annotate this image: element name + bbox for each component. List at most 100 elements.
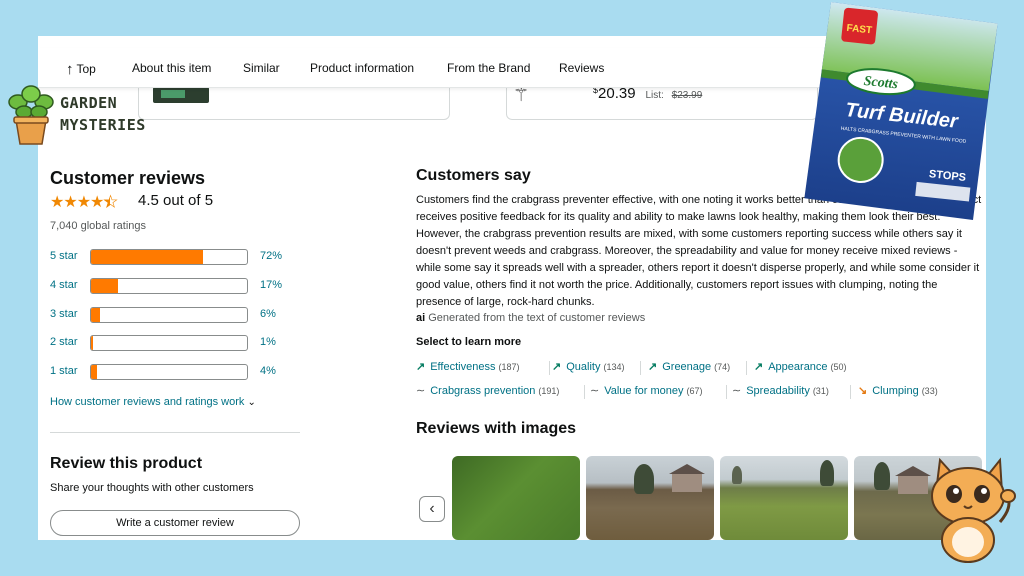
logo-line-mysteries: MYSTERIES bbox=[60, 116, 146, 134]
aspect-count: (134) bbox=[603, 362, 625, 372]
aspect-greenage[interactable]: ↗ Greenage (74) bbox=[648, 360, 730, 373]
star-half-icon: ★ bbox=[103, 194, 118, 212]
chevron-down-icon: ⌄ bbox=[247, 397, 256, 408]
trend-up-icon: ↗ bbox=[552, 361, 562, 373]
star-rating: ★★★★★ bbox=[50, 192, 118, 212]
aspect-label: Quality bbox=[566, 361, 601, 373]
histogram-row[interactable]: 3 star 6% bbox=[50, 306, 290, 324]
review-image-yard-house[interactable] bbox=[586, 456, 714, 540]
aspect-count: (31) bbox=[812, 386, 829, 396]
histogram-row[interactable]: 4 star 17% bbox=[50, 277, 290, 295]
mixed-tilde-icon: ∼ bbox=[590, 385, 600, 397]
star-icon: ★ bbox=[76, 194, 91, 211]
aspect-spreadability[interactable]: ∼ Spreadability (31) bbox=[732, 384, 829, 397]
histogram-row[interactable]: 1 star 4% bbox=[50, 363, 290, 381]
divider bbox=[549, 361, 550, 375]
aspect-label: Appearance bbox=[768, 361, 828, 373]
spreader-tool-icon: ⚚ bbox=[513, 85, 530, 105]
garden-mysteries-logo: GARDEN MYSTERIES bbox=[4, 84, 145, 148]
aspect-label: Effectiveness bbox=[430, 361, 496, 373]
histogram-star-label[interactable]: 2 star bbox=[50, 336, 78, 348]
histogram-percent[interactable]: 72% bbox=[260, 250, 282, 262]
product-thumbnail bbox=[153, 87, 209, 103]
rating-text: 4.5 out of 5 bbox=[138, 192, 214, 209]
divider bbox=[850, 385, 851, 399]
aspect-effectiveness[interactable]: ↗ Effectiveness (187) bbox=[416, 360, 519, 373]
ai-note-text: Generated from the text of customer revi… bbox=[428, 312, 646, 324]
histogram-fill bbox=[91, 250, 204, 264]
histogram-star-label[interactable]: 1 star bbox=[50, 365, 78, 377]
aspect-clumping[interactable]: ↘ Clumping (33) bbox=[858, 384, 938, 397]
histogram-star-label[interactable]: 4 star bbox=[50, 279, 78, 291]
histogram-bar[interactable] bbox=[90, 307, 248, 323]
how-reviews-work-link[interactable]: How customer reviews and ratings work ⌄ bbox=[50, 396, 256, 408]
nav-reviews[interactable]: Reviews bbox=[559, 61, 604, 75]
cartoon-cat-mascot bbox=[914, 452, 1018, 564]
house-shape bbox=[669, 464, 705, 492]
aspect-count: (191) bbox=[538, 386, 560, 396]
customer-reviews-heading: Customer reviews bbox=[50, 168, 206, 188]
review-product-heading: Review this product bbox=[50, 455, 203, 472]
star-icon: ★ bbox=[50, 194, 64, 211]
histogram-percent[interactable]: 1% bbox=[260, 336, 276, 348]
divider bbox=[746, 361, 747, 375]
product-bag-image: FAST Scotts Turf Builder HALTS CRABGRASS… bbox=[804, 1, 998, 221]
list-price: $23.99 bbox=[671, 90, 703, 101]
histogram-percent[interactable]: 4% bbox=[260, 365, 276, 377]
logo-line-garden: GARDEN bbox=[60, 94, 118, 112]
trend-up-icon: ↗ bbox=[416, 361, 426, 373]
potted-plant-icon bbox=[8, 85, 54, 145]
aspect-count: (187) bbox=[498, 362, 520, 372]
aspect-label: Crabgrass prevention bbox=[430, 385, 536, 397]
select-to-learn-label: Select to learn more bbox=[416, 336, 522, 348]
aspect-crabgrass-prevention[interactable]: ∼ Crabgrass prevention (191) bbox=[416, 384, 559, 397]
divider bbox=[640, 361, 641, 375]
review-image-lawn-closeup[interactable] bbox=[452, 456, 580, 540]
aspect-count: (74) bbox=[714, 362, 731, 372]
histogram-row[interactable]: 5 star 72% bbox=[50, 248, 290, 266]
mixed-tilde-icon: ∼ bbox=[416, 385, 426, 397]
nav-product-information[interactable]: Product information bbox=[310, 61, 414, 75]
histogram-fill bbox=[91, 336, 93, 350]
global-ratings-count: 7,040 global ratings bbox=[50, 220, 147, 232]
histogram-percent[interactable]: 17% bbox=[260, 279, 282, 291]
nav-similar[interactable]: Similar bbox=[243, 61, 280, 75]
aspect-quality[interactable]: ↗ Quality (134) bbox=[552, 360, 624, 373]
review-image-lawn-trees[interactable] bbox=[720, 456, 848, 540]
histogram-bar[interactable] bbox=[90, 249, 248, 265]
nav-about-item[interactable]: About this item bbox=[132, 61, 211, 75]
carousel-prev-button[interactable]: ‹ bbox=[419, 496, 445, 522]
aspect-count: (33) bbox=[921, 386, 938, 396]
aspect-count: (67) bbox=[686, 386, 703, 396]
customers-say-heading: Customers say bbox=[416, 167, 531, 184]
histogram-fill bbox=[91, 365, 98, 379]
histogram-bar[interactable] bbox=[90, 364, 248, 380]
aspect-appearance[interactable]: ↗ Appearance (50) bbox=[754, 360, 847, 373]
histogram-fill bbox=[91, 308, 101, 322]
cat-icon bbox=[931, 457, 1016, 563]
scotts-turf-builder-bag: FAST Scotts Turf Builder HALTS CRABGRASS… bbox=[795, 0, 1008, 227]
histogram-bar[interactable] bbox=[90, 335, 248, 351]
aspect-value-for-money[interactable]: ∼ Value for money (67) bbox=[590, 384, 703, 397]
reviews-with-images-heading: Reviews with images bbox=[416, 420, 577, 437]
trend-up-icon: ↗ bbox=[754, 361, 764, 373]
star-icon: ★ bbox=[90, 194, 104, 211]
list-price-label: List: bbox=[645, 90, 664, 101]
histogram-star-label[interactable]: 3 star bbox=[50, 308, 78, 320]
aspect-label: Spreadability bbox=[746, 385, 810, 397]
aspect-label: Greenage bbox=[662, 361, 712, 373]
write-review-button[interactable]: Write a customer review bbox=[50, 510, 300, 536]
histogram-row[interactable]: 2 star 1% bbox=[50, 334, 290, 352]
mixed-tilde-icon: ∼ bbox=[732, 385, 742, 397]
ai-generated-note: ai Generated from the text of customer re… bbox=[416, 312, 645, 324]
arrow-up-icon: ↑ bbox=[66, 61, 74, 78]
nav-top-label: Top bbox=[76, 62, 96, 76]
nav-top-link[interactable]: ↑ Top bbox=[66, 61, 96, 78]
histogram-bar[interactable] bbox=[90, 278, 248, 294]
nav-from-the-brand[interactable]: From the Brand bbox=[447, 61, 530, 75]
trend-down-icon: ↘ bbox=[858, 385, 868, 397]
aspect-count: (50) bbox=[830, 362, 847, 372]
histogram-star-label[interactable]: 5 star bbox=[50, 250, 78, 262]
histogram-percent[interactable]: 6% bbox=[260, 308, 276, 320]
star-icon: ★ bbox=[63, 194, 77, 211]
